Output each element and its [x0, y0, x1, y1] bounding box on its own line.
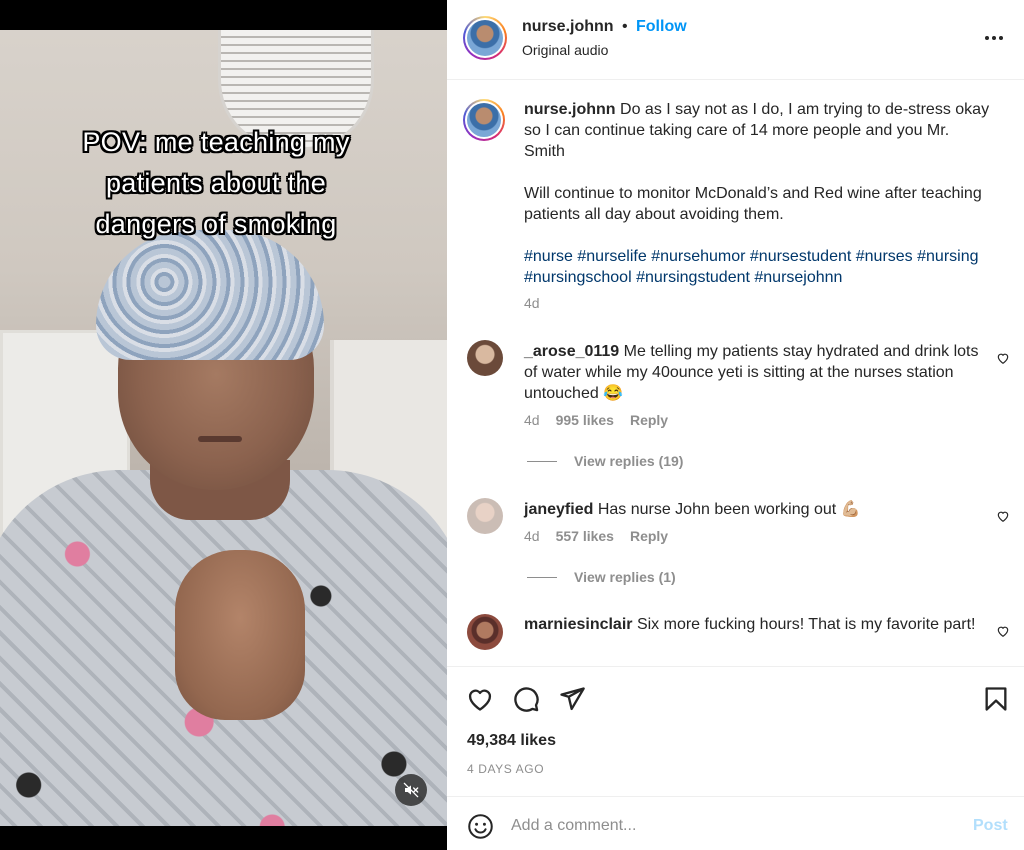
smiley-face-icon[interactable] [467, 813, 494, 840]
comment-username[interactable]: _arose_0119 [524, 343, 619, 360]
comment-text: Six more fucking hours! That is my favor… [636, 616, 976, 633]
commenter-avatar[interactable] [467, 614, 503, 650]
post-header: nurse.johnn • Follow Original audio [447, 0, 1024, 80]
bookmark-icon[interactable] [982, 685, 1010, 713]
video-player[interactable]: POV: me teaching my patients about the d… [0, 0, 447, 850]
comment-username[interactable]: janeyfied [524, 501, 593, 518]
comment-input[interactable] [511, 811, 951, 841]
person-mouth [198, 436, 242, 442]
add-comment-bar: Post [447, 796, 1024, 850]
comment-reply-button[interactable]: Reply [630, 412, 668, 428]
heart-icon[interactable] [466, 685, 494, 713]
comment-reply-button[interactable]: Reply [630, 528, 668, 544]
view-replies-label: View replies (1) [574, 569, 676, 585]
author-avatar[interactable] [463, 16, 507, 60]
mute-button[interactable] [395, 774, 427, 806]
comment-likes-count[interactable]: 995 likes [556, 412, 614, 428]
post-actions: 49,384 likes 4 DAYS AGO [447, 666, 1024, 796]
speaker-muted-icon [403, 782, 419, 798]
person-clasped-hands [175, 550, 305, 720]
comment-like-heart-icon[interactable] [996, 509, 1010, 523]
follow-button[interactable]: Follow [636, 18, 687, 36]
post-panel: nurse.johnn • Follow Original audio nurs… [447, 0, 1024, 850]
view-replies-button[interactable]: View replies (19) [527, 453, 683, 469]
post-caption: nurse.johnn Do as I say not as I do, I a… [524, 99, 994, 162]
caption-username[interactable]: nurse.johnn [524, 101, 616, 118]
comment-age: 4d [524, 412, 540, 428]
comment-like-heart-icon[interactable] [996, 624, 1010, 638]
comment-body: marniesinclair Six more fucking hours! T… [524, 614, 994, 635]
more-options-icon[interactable] [977, 28, 1011, 48]
header-separator: • [622, 18, 628, 35]
overlay-line: POV: me teaching my [82, 127, 350, 157]
post-likes-count[interactable]: 49,384 likes [467, 732, 556, 750]
audio-link[interactable]: Original audio [522, 42, 608, 58]
caption-hashtags[interactable]: #nurse #nurselife #nursehumor #nursestud… [524, 246, 994, 288]
post-comment-button[interactable]: Post [973, 817, 1008, 835]
comment-likes-count[interactable]: 557 likes [556, 528, 614, 544]
view-replies-button[interactable]: View replies (1) [527, 569, 676, 585]
post-date[interactable]: 4 DAYS AGO [467, 762, 544, 776]
comment-body: _arose_0119 Me telling my patients stay … [524, 341, 994, 404]
comment-meta: 4d 995 likes Reply [524, 412, 668, 428]
share-icon[interactable] [558, 685, 586, 713]
comment-age: 4d [524, 528, 540, 544]
view-replies-label: View replies (19) [574, 453, 684, 469]
caption-age: 4d [524, 295, 540, 311]
video-overlay-caption: POV: me teaching my patients about the d… [0, 122, 432, 245]
comment-meta: 4d 557 likes Reply [524, 528, 668, 544]
overlay-line: dangers of smoking [95, 209, 337, 239]
comment-username[interactable]: marniesinclair [524, 616, 633, 633]
comments-list[interactable]: nurse.johnn Do as I say not as I do, I a… [447, 81, 1024, 666]
commenter-avatar[interactable] [467, 498, 503, 534]
person-scrub-cap [96, 230, 324, 360]
caption-text-second: Will continue to monitor McDonald’s and … [524, 185, 982, 223]
author-username[interactable]: nurse.johnn [522, 18, 614, 36]
caption-author-avatar[interactable] [463, 99, 505, 141]
comment-icon[interactable] [512, 685, 540, 713]
comment-like-heart-icon[interactable] [996, 351, 1010, 365]
overlay-line: patients about the [105, 168, 327, 198]
caption-meta: 4d [524, 295, 540, 311]
commenter-avatar[interactable] [467, 340, 503, 376]
comment-text: Has nurse John been working out 💪🏼 [597, 501, 861, 518]
comment-body: janeyfied Has nurse John been working ou… [524, 499, 994, 520]
